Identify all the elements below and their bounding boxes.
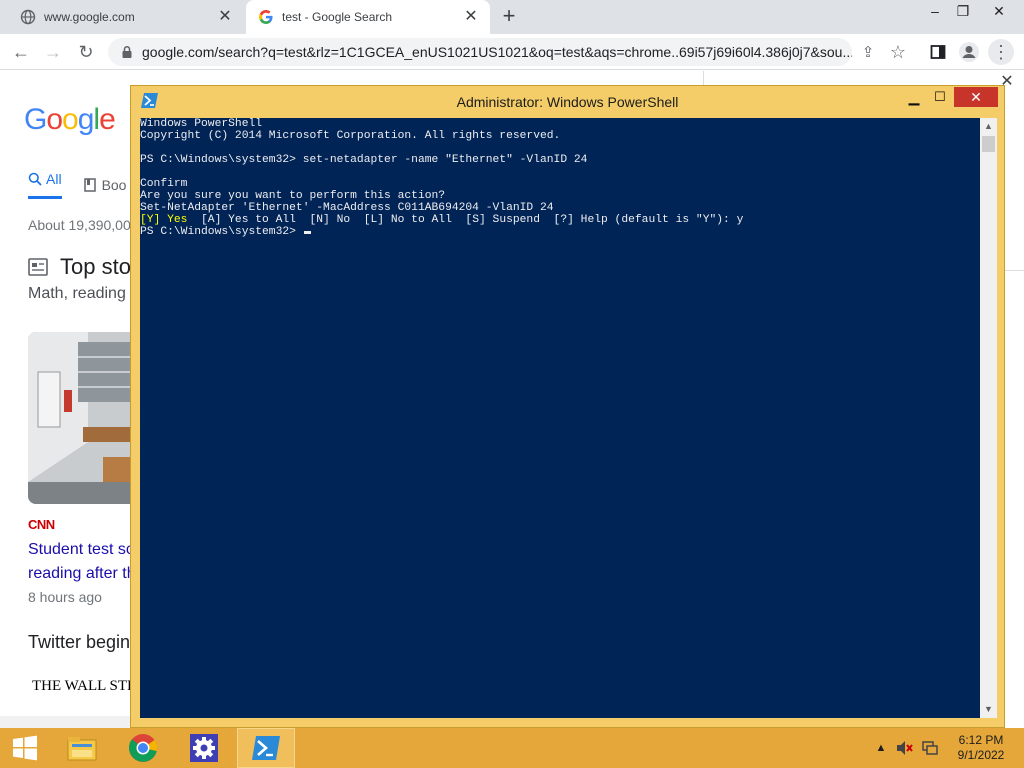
- tab-books[interactable]: Boo: [83, 171, 127, 199]
- profile-avatar-icon[interactable]: [956, 39, 982, 65]
- google-logo[interactable]: Google: [24, 103, 116, 137]
- powershell-window[interactable]: Administrator: Windows PowerShell ▁ ☐ ✕ …: [130, 85, 1005, 728]
- search-icon: [28, 172, 42, 186]
- address-bar[interactable]: google.com/search?q=test&rlz=1C1GCEA_enU…: [108, 38, 852, 66]
- powershell-title: Administrator: Windows PowerShell: [456, 94, 679, 110]
- console-line: Are you sure you want to perform this ac…: [140, 190, 446, 202]
- ps-minimize-button[interactable]: ▁: [901, 89, 927, 109]
- start-button[interactable]: [0, 728, 50, 768]
- browser-toolbar: ← → ↻ google.com/search?q=test&rlz=1C1GC…: [0, 34, 1024, 70]
- tab-books-label: Boo: [101, 177, 127, 193]
- powershell-title-bar[interactable]: Administrator: Windows PowerShell ▁ ☐ ✕: [131, 86, 1004, 118]
- console-line: Set-NetAdapter 'Ethernet' -MacAddress C0…: [140, 202, 554, 214]
- top-stories-subtitle: Math, reading: [28, 285, 126, 302]
- restore-button[interactable]: ❐: [946, 0, 980, 24]
- settings-icon[interactable]: [175, 728, 233, 768]
- book-icon: [83, 178, 96, 192]
- top-stories-header: Top sto: [28, 254, 131, 280]
- story-link[interactable]: Student test sc: [28, 541, 134, 559]
- back-icon[interactable]: ←: [8, 39, 34, 65]
- share-icon[interactable]: ⇪: [855, 39, 881, 65]
- lock-icon: [122, 45, 132, 58]
- confirm-yes-default: [Y] Yes: [140, 214, 188, 226]
- windows-logo-icon: [13, 735, 37, 761]
- story-time: 8 hours ago: [28, 589, 102, 605]
- show-hidden-icons-chevron-icon[interactable]: ▲: [872, 728, 890, 768]
- bookmark-star-icon[interactable]: ☆: [885, 39, 911, 65]
- browser-tab-strip: www.google.com ✕ test - Google Search ✕ …: [0, 0, 1024, 34]
- search-tabs: All Boo: [28, 171, 126, 199]
- tab-all-label: All: [46, 171, 62, 187]
- story-link-cont[interactable]: reading after th: [28, 565, 136, 583]
- twitter-story-heading[interactable]: Twitter begin: [28, 632, 130, 653]
- current-prompt-line: PS C:\Windows\system32>: [140, 226, 980, 238]
- console-line: Windows PowerShell: [140, 118, 263, 130]
- chrome-menu-icon[interactable]: ⋮: [988, 39, 1014, 65]
- clock-date: 9/1/2022: [957, 748, 1005, 762]
- tab-google-search[interactable]: test - Google Search ✕: [246, 0, 490, 34]
- ps-maximize-button[interactable]: ☐: [927, 89, 953, 109]
- chrome-icon[interactable]: [114, 728, 172, 768]
- scroll-down-icon[interactable]: ▼: [980, 701, 997, 718]
- ps-close-button[interactable]: ✕: [954, 87, 998, 107]
- google-g-icon: [259, 10, 273, 24]
- file-explorer-icon[interactable]: [53, 728, 111, 768]
- confirm-options: [A] Yes to All [N] No [L] No to All [S] …: [187, 214, 744, 226]
- confirm-prompt-line: [Y] Yes [A] Yes to All [N] No [L] No to …: [140, 214, 980, 226]
- tab-google-home[interactable]: www.google.com ✕: [8, 0, 244, 34]
- console-line: Confirm: [140, 178, 188, 190]
- console-output: Windows PowerShell Copyright (C) 2014 Mi…: [140, 118, 980, 214]
- network-icon[interactable]: [918, 728, 942, 768]
- forward-icon[interactable]: →: [40, 39, 66, 65]
- new-tab-button[interactable]: +: [498, 5, 520, 28]
- horizontal-scrollbar[interactable]: [0, 716, 140, 728]
- taskbar: ▲ 6:12 PM 9/1/2022: [0, 728, 1024, 768]
- window-close-button[interactable]: ✕: [982, 0, 1016, 24]
- url-text: google.com/search?q=test&rlz=1C1GCEA_enU…: [142, 44, 852, 60]
- powershell-taskbar-icon[interactable]: [237, 728, 295, 768]
- tab-close-icon[interactable]: ✕: [216, 8, 234, 26]
- news-icon: [28, 258, 48, 276]
- scroll-up-icon[interactable]: ▲: [980, 118, 997, 135]
- system-clock[interactable]: 6:12 PM 9/1/2022: [948, 733, 1014, 763]
- scrollbar-thumb[interactable]: [982, 136, 995, 152]
- current-prompt: PS C:\Windows\system32>: [140, 226, 303, 238]
- side-panel-icon[interactable]: [925, 39, 951, 65]
- reload-icon[interactable]: ↻: [73, 39, 99, 65]
- console-line: Copyright (C) 2014 Microsoft Corporation…: [140, 130, 561, 142]
- clock-time: 6:12 PM: [958, 733, 1004, 747]
- volume-muted-icon[interactable]: [894, 728, 916, 768]
- tab-close-icon[interactable]: ✕: [462, 8, 480, 26]
- top-stories-title: Top sto: [60, 254, 131, 279]
- tab-title: test - Google Search: [282, 10, 393, 24]
- source-cnn-logo: CNN: [28, 517, 55, 532]
- tab-all[interactable]: All: [28, 171, 62, 199]
- console-line: PS C:\Windows\system32> set-netadapter -…: [140, 154, 588, 166]
- text-cursor: [303, 231, 311, 234]
- globe-icon: [20, 9, 36, 25]
- tab-title: www.google.com: [44, 10, 135, 24]
- console-scrollbar[interactable]: ▲ ▼: [980, 118, 997, 718]
- powershell-console[interactable]: Windows PowerShell Copyright (C) 2014 Mi…: [140, 118, 980, 718]
- story-thumbnail[interactable]: [28, 332, 138, 504]
- result-count: About 19,390,00: [28, 217, 131, 233]
